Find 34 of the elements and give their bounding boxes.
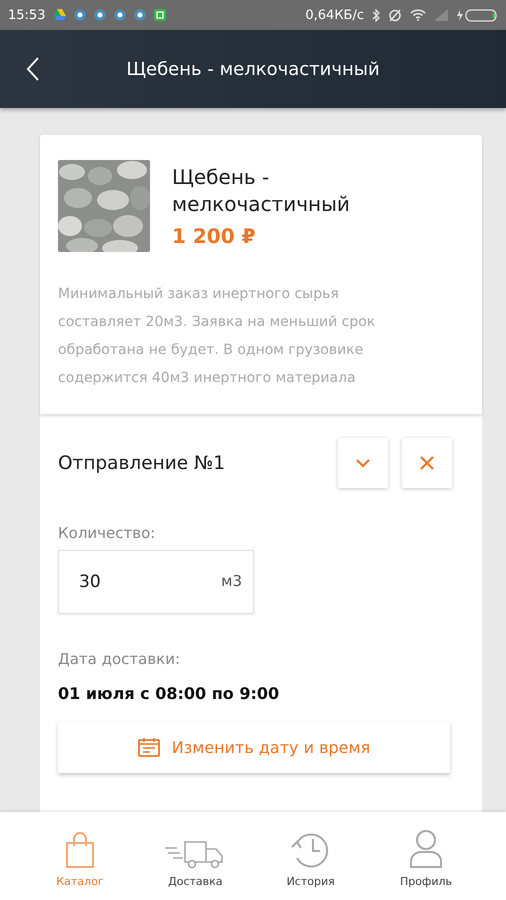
signal-icon: [434, 9, 448, 21]
notification-icon: [114, 9, 126, 21]
chevron-down-icon: [355, 458, 371, 468]
app-icon: [154, 9, 166, 21]
nav-tab[interactable]: История: [260, 812, 361, 900]
quantity-label: Количество:: [58, 524, 156, 542]
product-name: Щебень - мелкочастичный: [172, 164, 351, 218]
product-price: 1 200 ₽: [172, 224, 257, 248]
shopping-bag-icon: [64, 831, 96, 869]
truck-icon: [165, 839, 226, 869]
drive-icon: [53, 9, 66, 21]
status-time: 15:53: [8, 8, 46, 22]
history-icon: [290, 831, 331, 869]
bluetooth-icon: [372, 8, 380, 22]
notification-icon: [74, 9, 86, 21]
nav-tab[interactable]: Доставка: [145, 812, 246, 900]
alarm-off-icon: [388, 8, 402, 22]
unit-label: м3: [221, 572, 242, 590]
screen-title: Щебень - мелкочастичный: [126, 58, 380, 80]
network-speed: 0,64КБ/с: [305, 8, 364, 22]
calendar-icon: [138, 737, 160, 757]
remove-button[interactable]: [402, 438, 452, 488]
notification-icon: [94, 9, 106, 21]
battery-icon: [456, 8, 498, 22]
wifi-icon: [410, 9, 426, 21]
back-icon: [26, 57, 40, 81]
shipment-title: Отправление №1: [58, 452, 226, 474]
delivery-date: 01 июля с 08:00 по 9:00: [58, 684, 280, 703]
nav-tab[interactable]: Профиль: [376, 812, 476, 900]
product-description: Минимальный заказ инертного сырья составляет 20м3. Заявка на меньший срок обработана не будет. В одном грузовике содержится 40м3 инертного материала: [58, 285, 376, 388]
profile-icon: [408, 829, 443, 869]
close-icon: [420, 456, 434, 470]
date-label: Дата доставки:: [58, 650, 182, 668]
notification-icon: [134, 9, 146, 21]
